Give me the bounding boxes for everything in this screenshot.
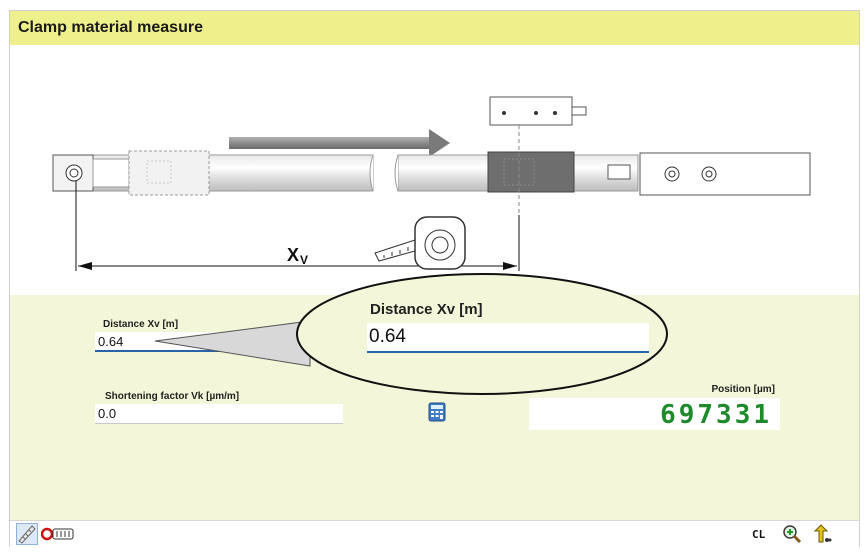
title-bar: Clamp material measure bbox=[10, 11, 859, 45]
tape-measure-icon bbox=[374, 216, 466, 270]
counter-button[interactable] bbox=[40, 523, 76, 545]
back-button[interactable] bbox=[811, 523, 833, 545]
scale-rail-left bbox=[52, 150, 374, 196]
dialog-frame: Clamp material measure X V Distance Xv [… bbox=[9, 10, 860, 547]
scale-button[interactable] bbox=[16, 523, 38, 545]
reading-head-top bbox=[489, 96, 587, 126]
page-title: Clamp material measure bbox=[18, 19, 203, 36]
calculator-button[interactable] bbox=[427, 402, 447, 422]
dimension-subscript: V bbox=[300, 253, 308, 267]
magnifier-label: Distance Xv [m] bbox=[370, 301, 483, 318]
position-value: 697331 bbox=[660, 400, 772, 430]
scale-rail-right bbox=[397, 151, 811, 196]
magnifier-input bbox=[367, 323, 649, 353]
diagram: X V bbox=[10, 45, 859, 295]
zoom-in-icon bbox=[783, 525, 802, 544]
zoom-in-button[interactable] bbox=[781, 523, 803, 545]
shortening-input[interactable] bbox=[95, 404, 343, 424]
bottom-toolbar: CL bbox=[10, 520, 859, 547]
counter-icon bbox=[40, 527, 74, 541]
position-display: 697331 bbox=[529, 398, 780, 430]
calculator-icon bbox=[428, 402, 446, 422]
cl-button-label: CL bbox=[752, 528, 766, 541]
scale-diagram: X V bbox=[52, 96, 811, 271]
position-label: Position [µm] bbox=[711, 384, 775, 395]
scale-icon bbox=[18, 525, 36, 544]
shortening-label: Shortening factor Vk [µm/m] bbox=[105, 391, 240, 402]
distance-input[interactable] bbox=[95, 332, 345, 352]
cl-button[interactable]: CL bbox=[749, 523, 773, 545]
dimension-label: X bbox=[287, 245, 299, 265]
direction-arrow bbox=[229, 129, 450, 157]
back-icon bbox=[813, 524, 832, 543]
distance-label: Distance Xv [m] bbox=[103, 319, 179, 330]
